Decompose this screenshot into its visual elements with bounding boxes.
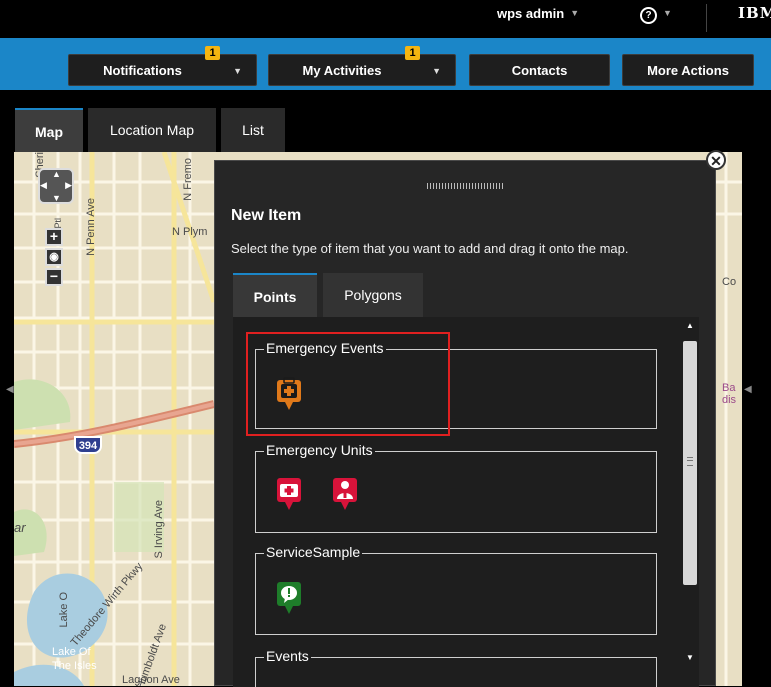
top-bar: wps admin ▼ ? ▼ IBM (0, 0, 771, 38)
pan-right-icon[interactable]: ▶ (65, 180, 72, 191)
person-marker-icon[interactable] (332, 477, 358, 511)
street-label: S Irving Ave (153, 500, 165, 559)
my-activities-label: My Activities (302, 63, 382, 78)
globe-icon[interactable]: ◉ (45, 248, 63, 266)
divider (706, 4, 707, 32)
activities-count-badge: 1 (405, 46, 420, 60)
pan-down-icon[interactable]: ▼ (52, 193, 61, 203)
group-events: Events (255, 648, 657, 687)
street-label: Lake O (58, 592, 70, 628)
notifications-button[interactable]: Notifications 1 ▼ (68, 46, 257, 86)
grip-icon (687, 457, 693, 466)
tab-map[interactable]: Map (15, 108, 83, 152)
chevron-down-icon: ▼ (663, 8, 672, 18)
tab-list[interactable]: List (221, 108, 285, 152)
ambulance-marker-icon[interactable] (276, 477, 302, 511)
dialog-description: Select the type of item that you want to… (231, 241, 629, 256)
panel-scrollbar[interactable]: ▲ ▼ (681, 319, 699, 665)
scroll-up-icon[interactable]: ▲ (683, 319, 697, 333)
scroll-down-icon[interactable]: ▼ (683, 651, 697, 665)
street-label: N Penn Ave (85, 198, 97, 256)
tab-points[interactable]: Points (233, 273, 317, 317)
area-label: Co (722, 276, 737, 288)
highlight-box (246, 332, 450, 436)
help-menu[interactable]: ? ▼ (640, 6, 672, 24)
area-label: dis (722, 394, 737, 406)
contacts-label: Contacts (511, 63, 568, 78)
speech-bubble-marker-icon[interactable] (276, 581, 302, 615)
my-activities-button[interactable]: My Activities 1 ▼ (268, 46, 456, 86)
view-tabs: Map Location Map List (0, 90, 771, 152)
collapse-left-icon[interactable]: ◀ (6, 384, 14, 395)
user-name: wps admin (497, 6, 565, 21)
street-label: N Fremo (182, 158, 194, 201)
more-actions-button[interactable]: More Actions (622, 54, 754, 86)
area-label: ar (14, 520, 26, 535)
zoom-out-button[interactable]: − (45, 268, 63, 286)
group-label: Emergency Units (264, 442, 375, 458)
chevron-down-icon: ▼ (570, 8, 580, 18)
collapse-right-icon[interactable]: ◀ (744, 384, 752, 395)
group-label: Events (264, 648, 311, 664)
action-bar: Notifications 1 ▼ My Activities 1 ▼ Cont… (0, 38, 771, 90)
street-label: Ptl (53, 218, 63, 229)
highway-shield: 394 (74, 436, 102, 454)
group-label: ServiceSample (264, 544, 363, 560)
group-service-sample: ServiceSample (255, 544, 657, 635)
notifications-label: Notifications (103, 63, 182, 78)
notification-count-badge: 1 (205, 46, 220, 60)
dialog-title: New Item (231, 207, 302, 224)
drag-handle[interactable] (427, 183, 505, 189)
user-menu[interactable]: wps admin ▼ (497, 6, 579, 21)
close-dialog-button[interactable]: ✕ (706, 150, 726, 170)
ibm-logo: IBM (738, 4, 771, 22)
area-label: Ba (722, 382, 736, 394)
help-icon: ? (640, 7, 657, 24)
group-emergency-units: Emergency Units (255, 442, 657, 533)
lake-label: The Isles (52, 660, 97, 672)
scroll-thumb[interactable] (683, 341, 697, 585)
tab-polygons[interactable]: Polygons (323, 273, 423, 317)
zoom-in-button[interactable]: + (45, 228, 63, 246)
close-icon: ✕ (710, 153, 722, 169)
contacts-button[interactable]: Contacts (469, 54, 610, 86)
lake-label: Lake Of (52, 646, 91, 658)
chevron-down-icon: ▼ (432, 66, 441, 76)
tab-location-map[interactable]: Location Map (88, 108, 216, 152)
map-pan-control[interactable]: ▲ ▼ ◀ ▶ (38, 168, 74, 204)
street-label: Lagoon Ave (122, 674, 180, 686)
pan-left-icon[interactable]: ◀ (40, 180, 47, 191)
chevron-down-icon: ▼ (233, 66, 242, 76)
street-label: N Plym (172, 226, 208, 238)
more-actions-label: More Actions (647, 63, 729, 78)
pan-up-icon[interactable]: ▲ (52, 169, 61, 179)
